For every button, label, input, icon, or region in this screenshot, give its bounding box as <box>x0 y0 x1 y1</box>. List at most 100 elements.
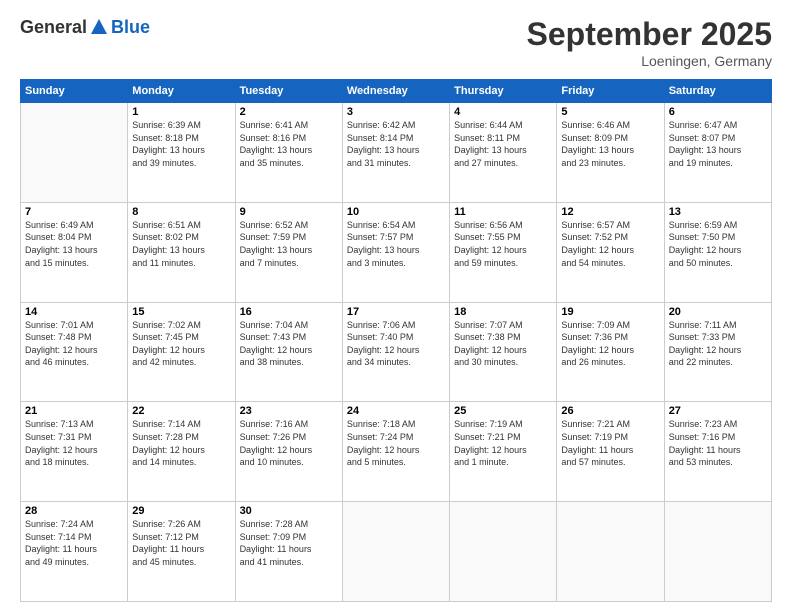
day-info: Sunrise: 6:41 AM Sunset: 8:16 PM Dayligh… <box>240 119 338 169</box>
day-info: Sunrise: 7:18 AM Sunset: 7:24 PM Dayligh… <box>347 418 445 468</box>
table-row: 28Sunrise: 7:24 AM Sunset: 7:14 PM Dayli… <box>21 502 128 602</box>
table-row: 17Sunrise: 7:06 AM Sunset: 7:40 PM Dayli… <box>342 302 449 402</box>
day-info: Sunrise: 7:24 AM Sunset: 7:14 PM Dayligh… <box>25 518 123 568</box>
header-tuesday: Tuesday <box>235 80 342 103</box>
table-row <box>557 502 664 602</box>
calendar-week-row: 28Sunrise: 7:24 AM Sunset: 7:14 PM Dayli… <box>21 502 772 602</box>
calendar-week-row: 7Sunrise: 6:49 AM Sunset: 8:04 PM Daylig… <box>21 202 772 302</box>
day-number: 3 <box>347 106 445 118</box>
table-row: 19Sunrise: 7:09 AM Sunset: 7:36 PM Dayli… <box>557 302 664 402</box>
day-info: Sunrise: 6:44 AM Sunset: 8:11 PM Dayligh… <box>454 119 552 169</box>
table-row: 20Sunrise: 7:11 AM Sunset: 7:33 PM Dayli… <box>664 302 771 402</box>
day-number: 29 <box>132 505 230 517</box>
table-row: 4Sunrise: 6:44 AM Sunset: 8:11 PM Daylig… <box>450 103 557 203</box>
day-number: 4 <box>454 106 552 118</box>
table-row: 15Sunrise: 7:02 AM Sunset: 7:45 PM Dayli… <box>128 302 235 402</box>
calendar-week-row: 14Sunrise: 7:01 AM Sunset: 7:48 PM Dayli… <box>21 302 772 402</box>
calendar-header-row: Sunday Monday Tuesday Wednesday Thursday… <box>21 80 772 103</box>
day-info: Sunrise: 7:01 AM Sunset: 7:48 PM Dayligh… <box>25 319 123 369</box>
day-info: Sunrise: 7:21 AM Sunset: 7:19 PM Dayligh… <box>561 418 659 468</box>
day-info: Sunrise: 7:23 AM Sunset: 7:16 PM Dayligh… <box>669 418 767 468</box>
day-number: 1 <box>132 106 230 118</box>
day-number: 2 <box>240 106 338 118</box>
day-number: 19 <box>561 306 659 318</box>
calendar-week-row: 21Sunrise: 7:13 AM Sunset: 7:31 PM Dayli… <box>21 402 772 502</box>
day-info: Sunrise: 7:13 AM Sunset: 7:31 PM Dayligh… <box>25 418 123 468</box>
table-row <box>342 502 449 602</box>
day-number: 17 <box>347 306 445 318</box>
day-info: Sunrise: 6:59 AM Sunset: 7:50 PM Dayligh… <box>669 219 767 269</box>
table-row: 21Sunrise: 7:13 AM Sunset: 7:31 PM Dayli… <box>21 402 128 502</box>
header-friday: Friday <box>557 80 664 103</box>
day-number: 21 <box>25 405 123 417</box>
table-row: 10Sunrise: 6:54 AM Sunset: 7:57 PM Dayli… <box>342 202 449 302</box>
day-info: Sunrise: 7:16 AM Sunset: 7:26 PM Dayligh… <box>240 418 338 468</box>
table-row: 23Sunrise: 7:16 AM Sunset: 7:26 PM Dayli… <box>235 402 342 502</box>
day-info: Sunrise: 7:11 AM Sunset: 7:33 PM Dayligh… <box>669 319 767 369</box>
table-row: 27Sunrise: 7:23 AM Sunset: 7:16 PM Dayli… <box>664 402 771 502</box>
table-row <box>664 502 771 602</box>
day-number: 24 <box>347 405 445 417</box>
day-number: 8 <box>132 206 230 218</box>
day-number: 10 <box>347 206 445 218</box>
calendar-week-row: 1Sunrise: 6:39 AM Sunset: 8:18 PM Daylig… <box>21 103 772 203</box>
day-info: Sunrise: 7:26 AM Sunset: 7:12 PM Dayligh… <box>132 518 230 568</box>
day-info: Sunrise: 7:09 AM Sunset: 7:36 PM Dayligh… <box>561 319 659 369</box>
table-row: 26Sunrise: 7:21 AM Sunset: 7:19 PM Dayli… <box>557 402 664 502</box>
day-info: Sunrise: 7:06 AM Sunset: 7:40 PM Dayligh… <box>347 319 445 369</box>
day-number: 23 <box>240 405 338 417</box>
day-info: Sunrise: 7:28 AM Sunset: 7:09 PM Dayligh… <box>240 518 338 568</box>
page-container: General Blue September 2025 Loeningen, G… <box>0 0 792 612</box>
day-number: 16 <box>240 306 338 318</box>
header-saturday: Saturday <box>664 80 771 103</box>
table-row: 1Sunrise: 6:39 AM Sunset: 8:18 PM Daylig… <box>128 103 235 203</box>
table-row: 13Sunrise: 6:59 AM Sunset: 7:50 PM Dayli… <box>664 202 771 302</box>
table-row: 2Sunrise: 6:41 AM Sunset: 8:16 PM Daylig… <box>235 103 342 203</box>
day-number: 18 <box>454 306 552 318</box>
day-info: Sunrise: 6:47 AM Sunset: 8:07 PM Dayligh… <box>669 119 767 169</box>
table-row: 18Sunrise: 7:07 AM Sunset: 7:38 PM Dayli… <box>450 302 557 402</box>
day-info: Sunrise: 7:02 AM Sunset: 7:45 PM Dayligh… <box>132 319 230 369</box>
day-number: 15 <box>132 306 230 318</box>
day-info: Sunrise: 6:57 AM Sunset: 7:52 PM Dayligh… <box>561 219 659 269</box>
month-title: September 2025 <box>527 16 772 53</box>
day-number: 12 <box>561 206 659 218</box>
day-info: Sunrise: 7:04 AM Sunset: 7:43 PM Dayligh… <box>240 319 338 369</box>
table-row: 16Sunrise: 7:04 AM Sunset: 7:43 PM Dayli… <box>235 302 342 402</box>
day-number: 22 <box>132 405 230 417</box>
title-section: September 2025 Loeningen, Germany <box>527 16 772 69</box>
day-info: Sunrise: 7:07 AM Sunset: 7:38 PM Dayligh… <box>454 319 552 369</box>
location: Loeningen, Germany <box>527 53 772 69</box>
header-wednesday: Wednesday <box>342 80 449 103</box>
day-number: 11 <box>454 206 552 218</box>
table-row: 3Sunrise: 6:42 AM Sunset: 8:14 PM Daylig… <box>342 103 449 203</box>
table-row: 9Sunrise: 6:52 AM Sunset: 7:59 PM Daylig… <box>235 202 342 302</box>
calendar-table: Sunday Monday Tuesday Wednesday Thursday… <box>20 79 772 602</box>
table-row: 14Sunrise: 7:01 AM Sunset: 7:48 PM Dayli… <box>21 302 128 402</box>
day-info: Sunrise: 6:49 AM Sunset: 8:04 PM Dayligh… <box>25 219 123 269</box>
table-row: 22Sunrise: 7:14 AM Sunset: 7:28 PM Dayli… <box>128 402 235 502</box>
day-number: 7 <box>25 206 123 218</box>
day-info: Sunrise: 6:54 AM Sunset: 7:57 PM Dayligh… <box>347 219 445 269</box>
logo: General Blue <box>20 16 150 38</box>
day-info: Sunrise: 6:52 AM Sunset: 7:59 PM Dayligh… <box>240 219 338 269</box>
day-info: Sunrise: 6:51 AM Sunset: 8:02 PM Dayligh… <box>132 219 230 269</box>
header-monday: Monday <box>128 80 235 103</box>
logo-blue-text: Blue <box>111 17 150 38</box>
header-sunday: Sunday <box>21 80 128 103</box>
table-row <box>21 103 128 203</box>
logo-general-text: General <box>20 17 87 38</box>
table-row: 25Sunrise: 7:19 AM Sunset: 7:21 PM Dayli… <box>450 402 557 502</box>
day-info: Sunrise: 6:46 AM Sunset: 8:09 PM Dayligh… <box>561 119 659 169</box>
day-number: 6 <box>669 106 767 118</box>
day-number: 20 <box>669 306 767 318</box>
header: General Blue September 2025 Loeningen, G… <box>20 16 772 69</box>
day-number: 26 <box>561 405 659 417</box>
table-row: 30Sunrise: 7:28 AM Sunset: 7:09 PM Dayli… <box>235 502 342 602</box>
header-thursday: Thursday <box>450 80 557 103</box>
day-info: Sunrise: 6:39 AM Sunset: 8:18 PM Dayligh… <box>132 119 230 169</box>
day-info: Sunrise: 6:56 AM Sunset: 7:55 PM Dayligh… <box>454 219 552 269</box>
table-row: 24Sunrise: 7:18 AM Sunset: 7:24 PM Dayli… <box>342 402 449 502</box>
day-number: 27 <box>669 405 767 417</box>
day-number: 9 <box>240 206 338 218</box>
